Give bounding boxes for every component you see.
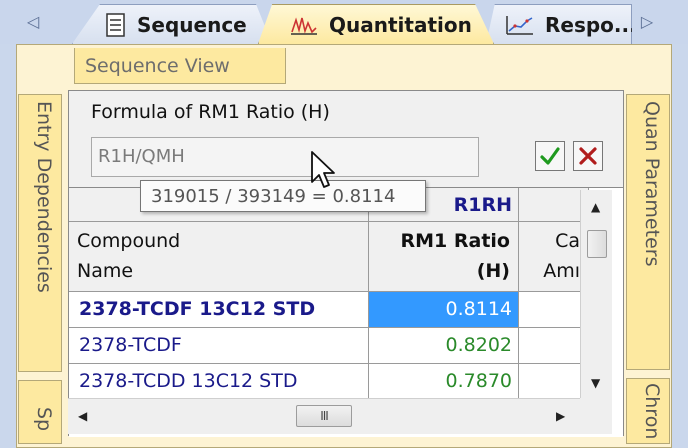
scrollbar-corner [580, 398, 612, 434]
horizontal-scroll-thumb[interactable]: III [296, 405, 352, 427]
scroll-left-icon[interactable]: ◀ [78, 409, 87, 423]
scroll-right-icon[interactable]: ▶ [556, 409, 565, 423]
table-row-amount[interactable] [519, 328, 589, 364]
side-tab-label: Chron [641, 383, 663, 440]
tab-response-label: Respo... [545, 12, 637, 37]
accept-button[interactable] [535, 141, 565, 171]
tab-quantitation[interactable]: Quantitation [258, 4, 494, 44]
side-tab-sp[interactable]: Sp [18, 380, 62, 444]
mouse-cursor-icon [311, 151, 335, 188]
tab-response[interactable]: Respo... [486, 4, 632, 44]
scroll-grip-icon: III [320, 409, 329, 423]
response-chart-icon [506, 15, 533, 35]
table-row-compound[interactable]: 2378-TCDF [69, 328, 369, 364]
tab-strip: ◁ Sequence Quantitation Respo... ▷ [0, 0, 688, 44]
tab-sequence-label: Sequence [137, 12, 247, 37]
tab-quantitation-label: Quantitation [329, 12, 472, 37]
column-header-compound-name[interactable]: Compound Name [69, 222, 369, 292]
column-header-calc-amount[interactable]: Ca Amı [519, 222, 589, 292]
column-header-line: Compound [77, 230, 181, 252]
document-list-icon [106, 12, 125, 37]
table-row-compound[interactable]: 2378-TCDF 13C12 STD [69, 292, 369, 328]
tab-scroll-left-icon[interactable]: ◁ [18, 6, 48, 36]
checkmark-icon [540, 147, 560, 165]
side-tab-label: Entry Dependencies [33, 101, 55, 293]
table-row-compound[interactable]: 2378-TCDD 13C12 STD [69, 364, 369, 400]
side-tab-label: Sp [33, 407, 55, 432]
table-row-ratio-selected[interactable]: 0.8114 [369, 292, 519, 328]
table-row-amount[interactable] [519, 364, 589, 400]
column-header-line: Ca [555, 230, 580, 252]
sequence-view-tab[interactable]: Sequence View [74, 48, 286, 84]
cancel-button[interactable] [573, 141, 603, 171]
close-icon [579, 147, 597, 165]
tab-scroll-right-icon[interactable]: ▷ [632, 6, 662, 36]
tab-sequence[interactable]: Sequence [72, 4, 272, 44]
horizontal-scrollbar[interactable]: ◀ III ▶ [68, 398, 580, 434]
side-tab-label: Quan Parameters [641, 101, 663, 267]
content-area: Formula of RM1 Ratio (H) R1H/QMH R1RH Co… [68, 90, 624, 437]
formula-label: Formula of RM1 Ratio (H) [91, 101, 330, 123]
chromatogram-icon [291, 16, 317, 35]
table-row-amount[interactable] [519, 292, 589, 328]
side-tab-entry-dependencies[interactable]: Entry Dependencies [18, 94, 62, 372]
scroll-down-icon[interactable]: ▼ [591, 376, 600, 390]
column-header-rm1-ratio[interactable]: RM1 Ratio (H) [369, 222, 519, 292]
side-tab-quan-parameters[interactable]: Quan Parameters [626, 94, 670, 370]
vertical-scroll-thumb[interactable] [587, 230, 607, 258]
formula-result-tooltip: 319015 / 393149 = 0.8114 [140, 180, 426, 212]
table-row-ratio[interactable]: 0.7870 [369, 364, 519, 400]
vertical-scrollbar[interactable]: ▲ ▼ [580, 190, 612, 400]
scroll-up-icon[interactable]: ▲ [591, 200, 600, 214]
side-tab-chron[interactable]: Chron [626, 378, 670, 444]
column-header-line: Amı [543, 260, 580, 282]
column-header-line: (H) [476, 260, 510, 282]
table-row-ratio[interactable]: 0.8202 [369, 328, 519, 364]
column-header-line: RM1 Ratio [400, 230, 510, 252]
formula-input[interactable]: R1H/QMH [91, 137, 479, 177]
grid-group-header-blank-right [519, 188, 589, 222]
column-header-line: Name [77, 260, 134, 282]
